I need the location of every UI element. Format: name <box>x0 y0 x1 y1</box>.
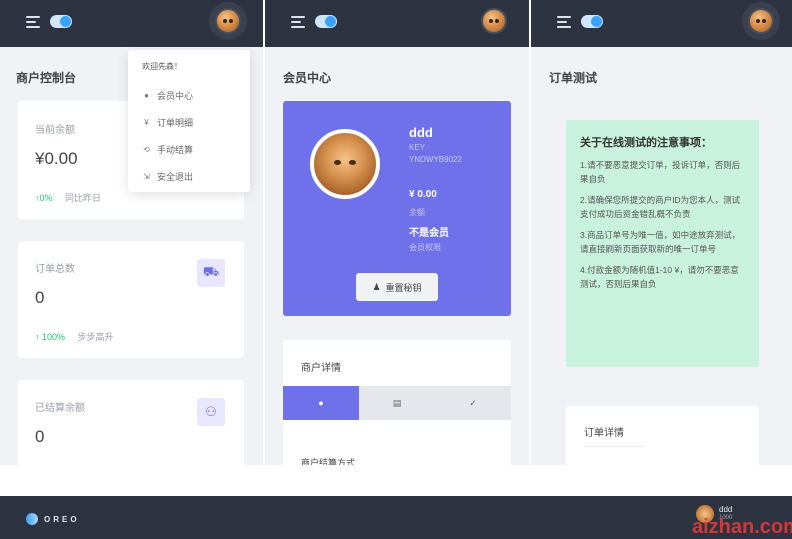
menu-icon[interactable] <box>291 16 305 28</box>
notice-item: 1.请不要恶意提交订单，投诉订单，否则后果自负 <box>580 160 741 184</box>
details-tabs: ● ▤ ✓ <box>283 386 511 420</box>
users-icon: ⚇ <box>197 398 225 426</box>
key-label: KEY <box>409 143 426 152</box>
settlement-label: 商户结算方式 <box>301 458 356 465</box>
notice-heading: 关于在线测试的注意事项： <box>580 137 712 149</box>
settled-label: 已结算余额 <box>35 403 85 414</box>
tab-list[interactable]: ▤ <box>359 386 435 420</box>
balance-compare: 同比昨日 <box>64 193 101 203</box>
order-test-panel: 订单测试 关于在线测试的注意事项： 1.请不要恶意提交订单，投诉订单，否则后果自… <box>531 0 792 465</box>
balance-trend: ↑0% 同比昨日 <box>35 188 101 206</box>
dropdown-item-member-center[interactable]: ● 会员中心 <box>142 89 193 102</box>
page-title: 会员中心 <box>283 71 332 85</box>
bottom-navbar: OREO ddd 1000 <box>0 496 792 539</box>
theme-toggle[interactable] <box>581 15 603 28</box>
tab-info[interactable]: ● <box>283 386 359 420</box>
member-balance-label: 余额 <box>409 208 425 217</box>
orders-trend: ↑ 100% 步步高升 <box>35 327 114 345</box>
notice-item: 4.付款金额为随机值1-10 ¥，请勿不要恶意测试，否则后果自负 <box>580 265 739 289</box>
check-icon: ✓ <box>469 397 477 408</box>
dropdown-item-label: 会员中心 <box>157 91 194 101</box>
balance-label: 当前余额 <box>35 125 75 136</box>
merchant-console-panel: 商户控制台 当前余额 ¥0.00 ↑0% 同比昨日 订单总数 0 ⛟ ↑ 100… <box>0 0 263 465</box>
orders-card: 订单总数 0 ⛟ ↑ 100% 步步高升 <box>18 241 244 358</box>
page-title: 订单测试 <box>549 71 598 85</box>
member-name: ddd <box>409 125 433 140</box>
cart-icon: ⛟ <box>197 259 225 287</box>
merchant-details-title: 商户详情 <box>301 363 341 374</box>
member-profile-card: ddd KEY YNDWYB9022 ¥ 0.00 余额 不是会员 会员权限 ♟… <box>283 101 511 316</box>
order-details-card: 订单详情 <box>566 406 759 465</box>
top-navbar <box>265 0 529 47</box>
avatar[interactable] <box>748 8 774 34</box>
balance-value: ¥0.00 <box>35 149 78 168</box>
logout-icon: ⇲ <box>143 172 150 181</box>
top-navbar <box>531 0 792 47</box>
merchant-details-header: 商户详情 <box>283 340 511 386</box>
user-icon: ● <box>144 91 149 100</box>
orders-label: 订单总数 <box>35 264 75 275</box>
avatar[interactable] <box>215 8 241 34</box>
theme-toggle[interactable] <box>315 15 337 28</box>
dropdown-item-label: 安全退出 <box>157 172 194 182</box>
avatar[interactable] <box>481 8 507 34</box>
reset-key-button[interactable]: ♟ 重置秘钥 <box>356 273 438 301</box>
theme-toggle[interactable] <box>50 15 72 28</box>
balance-change: ↑0% <box>35 193 53 203</box>
member-status-label: 会员权限 <box>409 243 441 252</box>
dropdown-item-label: 订单明细 <box>157 118 194 128</box>
dropdown-greeting: 欢迎先森！ <box>142 62 182 71</box>
order-details-title: 订单详情 <box>584 428 624 439</box>
logo-text: OREO <box>44 514 80 524</box>
yen-icon: ¥ <box>144 118 149 127</box>
settled-card: 已结算余额 0 ⚇ <box>18 380 244 465</box>
logo-icon <box>26 513 38 525</box>
dropdown-item-order-details[interactable]: ¥ 订单明细 <box>142 116 193 129</box>
list-icon: ▤ <box>392 397 402 408</box>
page-title: 商户控制台 <box>16 71 77 85</box>
screenshot-stage: 商户控制台 当前余额 ¥0.00 ↑0% 同比昨日 订单总数 0 ⛟ ↑ 100… <box>0 0 792 539</box>
settled-value: 0 <box>35 427 45 446</box>
reset-key-label: 重置秘钥 <box>385 282 422 293</box>
oreo-logo[interactable]: OREO <box>26 513 80 525</box>
watermark: aizhan.com <box>692 516 792 538</box>
profile-avatar <box>310 129 380 199</box>
notice-item: 3.商品订单号为唯一值，如中途放弃测试，请直接刷新页面获取新的唯一订单号 <box>580 230 741 254</box>
key-value: YNDWYB9022 <box>409 155 462 164</box>
refresh-icon: ⟲ <box>143 145 150 154</box>
menu-icon[interactable] <box>557 16 571 28</box>
member-center-panel: 会员中心 ddd KEY YNDWYB9022 ¥ 0.00 余额 不是会员 会… <box>265 0 529 465</box>
test-notice-box: 关于在线测试的注意事项： 1.请不要恶意提交订单，投诉订单，否则后果自负 2.请… <box>566 120 759 367</box>
orders-value: 0 <box>35 288 45 307</box>
dropdown-item-manual-settle[interactable]: ⟲ 手动结算 <box>142 143 193 156</box>
notice-item: 2.请确保您所提交的商户ID为您本人，测试支付成功后资金错乱概不负责 <box>580 195 741 219</box>
divider <box>584 446 644 447</box>
tab-check[interactable]: ✓ <box>435 386 511 420</box>
info-icon: ● <box>318 398 324 408</box>
user-dropdown-menu: 欢迎先森！ ● 会员中心 ¥ 订单明细 ⟲ 手动结算 ⇲ 安全退出 <box>128 50 250 192</box>
top-navbar <box>0 0 263 47</box>
person-icon: ♟ <box>372 281 381 292</box>
member-status: 不是会员 <box>409 228 449 239</box>
orders-compare: 步步高升 <box>77 332 114 342</box>
orders-change: ↑ 100% <box>35 332 66 342</box>
dropdown-item-logout[interactable]: ⇲ 安全退出 <box>142 170 193 183</box>
dropdown-item-label: 手动结算 <box>157 145 194 155</box>
member-balance: ¥ 0.00 <box>409 189 437 200</box>
menu-icon[interactable] <box>26 16 40 28</box>
settlement-section: 商户结算方式 <box>283 420 511 465</box>
user-name: ddd <box>719 505 733 514</box>
